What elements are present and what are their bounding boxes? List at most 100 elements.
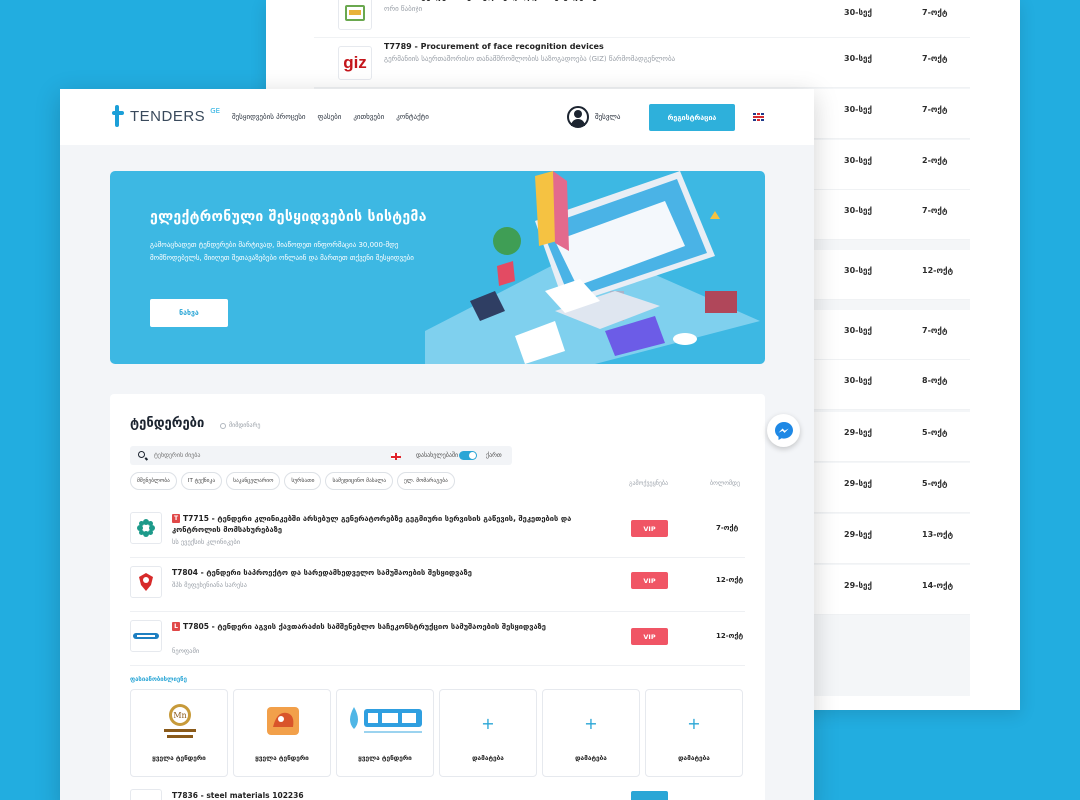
back-tender-deadline: 8-ოქტ [922, 376, 948, 385]
back-tender-date: 29-სექ [844, 428, 872, 437]
green-logo-icon [338, 0, 372, 30]
tender-title: T7836 - steel materials 102236 [172, 791, 304, 800]
hero-title: ელექტრონული შესყიდვების სისტემა [150, 209, 427, 225]
hero-banner: ელექტრონული შესყიდვების სისტემა გამოაცხა… [110, 171, 765, 364]
front-page-window: TENDERS GE შესყიდვების პროცესი ფასები კით… [60, 89, 814, 800]
logo-text: TENDERS [130, 107, 206, 125]
hero-description: გამოაცხადეთ ტენდერები მარტივად, მიაწოდეთ… [150, 241, 414, 262]
tender-row[interactable]: T7804 - ტენდერი საპროექტო და სარედამხედვ… [130, 558, 745, 612]
site-logo[interactable]: TENDERS GE [112, 105, 220, 127]
favorite-company-card[interactable]: ყველა ტენდერი [336, 689, 434, 777]
add-favorite-card[interactable]: + დამატება [645, 689, 743, 777]
plus-icon: + [481, 714, 495, 733]
tender-type-badge: L [172, 622, 180, 631]
login-label: შესვლა [595, 113, 621, 121]
evex-logo [130, 512, 162, 544]
company-logo-red [130, 566, 162, 598]
logo-suffix: GE [210, 107, 221, 115]
plus-icon: + [687, 714, 701, 733]
tender-deadline: 12-ოქტ [716, 576, 744, 584]
giz-logo-text: giz [343, 53, 367, 72]
vip-badge: VIP [631, 572, 668, 589]
uk-flag-icon[interactable] [753, 113, 764, 121]
back-tender-row[interactable]: giz T7789 - Procurement of face recogniti… [314, 38, 970, 88]
favorite-label: ყველა ტენდერი [152, 754, 206, 762]
back-tender-date: 30-სექ [844, 326, 872, 335]
chip-food[interactable]: სურსათი [284, 472, 322, 490]
top-navbar: TENDERS GE შესყიდვების პროცესი ფასები კით… [60, 89, 814, 145]
add-favorite-card[interactable]: + დამატება [542, 689, 640, 777]
gwp-logo [343, 700, 429, 742]
tender-row[interactable]: T7836 - steel materials 102236 [130, 789, 745, 800]
radio-label: მიმდინარე [229, 422, 261, 429]
tender-row[interactable]: T T7715 - ტენდერი კლინიკებში არსებულ გენე… [130, 504, 745, 558]
column-header-published: გამოქვეყნება [629, 480, 669, 487]
register-button[interactable]: რეგისტრაცია [649, 104, 735, 131]
tender-company: სს ევექსის კლინიკები [172, 538, 241, 546]
back-tender-deadline: 7-ოქტ [922, 8, 948, 17]
back-tender-deadline: 7-ოქტ [922, 105, 948, 114]
back-tender-date: 30-სექ [844, 266, 872, 275]
nav-item-contact[interactable]: კონტაქტი [396, 113, 429, 121]
svg-text:Mn: Mn [173, 711, 186, 720]
user-avatar-icon [567, 106, 589, 128]
lion-brand-logo [259, 700, 307, 742]
nav-item-prices[interactable]: ფასები [318, 113, 342, 121]
tender-deadline: 12-ოქტ [716, 632, 744, 640]
main-nav: შესყიდვების პროცესი ფასები კითხვები კონტ… [232, 113, 429, 121]
back-tender-company: ორი წაბიჯი [384, 5, 423, 13]
tender-type-badge: T [172, 514, 180, 523]
back-tender-title: T7790 - ტენდერი თერმული ქაღალდის შესყიდვ… [384, 0, 597, 1]
back-tender-row[interactable]: T7790 - ტენდერი თერმული ქაღალდის შესყიდვ… [314, 0, 970, 38]
chip-it[interactable]: IT ტექნიკა [180, 472, 223, 490]
tender-title: T7804 - ტენდერი საპროექტო და სარედამხედვ… [172, 568, 472, 577]
back-tender-date: 30-სექ [844, 206, 872, 215]
neopharm-logo [130, 620, 162, 652]
favorite-label: ყველა ტენდერი [358, 754, 412, 762]
tender-company: შპს მეფეხენიანა სარესა [172, 581, 247, 589]
tenders-heading: ტენდერები [130, 416, 205, 431]
search-toggle[interactable] [459, 451, 477, 460]
back-tender-deadline: 7-ოქტ [922, 54, 948, 63]
nav-item-process[interactable]: შესყიდვების პროცესი [232, 113, 306, 121]
hero-view-button[interactable]: ნახვა [150, 299, 228, 327]
green-logo-mark [345, 5, 365, 21]
tender-search-bar: დასახელებაში ქართ [130, 446, 512, 465]
back-tender-deadline: 5-ოქტ [922, 428, 948, 437]
favorite-company-card[interactable]: ყველა ტენდერი [233, 689, 331, 777]
back-tender-date: 29-სექ [844, 530, 872, 539]
favorite-label: დამატება [472, 754, 504, 762]
back-tender-date: 30-სექ [844, 8, 872, 17]
favorite-label: ყველა ტენდერი [255, 754, 309, 762]
chip-medical[interactable]: სამედიცინო მასალა [325, 472, 394, 490]
vip-badge: VIP [631, 520, 668, 537]
back-tender-deadline: 14-ოქტ [922, 581, 954, 590]
tender-tag [631, 791, 668, 800]
nav-item-faq[interactable]: კითხვები [353, 113, 384, 121]
favorites-heading: ფასიანობისლიენე [130, 676, 187, 683]
tender-title: T7715 - ტენდერი კლინიკებში არსებულ გენერ… [172, 514, 572, 534]
back-tender-deadline: 5-ოქტ [922, 479, 948, 488]
back-tender-deadline: 7-ოქტ [922, 326, 948, 335]
add-favorite-card[interactable]: + დამატება [439, 689, 537, 777]
vip-badge: VIP [631, 628, 668, 645]
tender-title: T7805 - ტენდერი აგვის ქავთარაძის სამშენე… [183, 622, 546, 631]
chip-construction[interactable]: მშენებლობა [130, 472, 177, 490]
back-tender-deadline: 7-ოქტ [922, 206, 948, 215]
tender-row[interactable]: L T7805 - ტენდერი აგვის ქავთარაძის სამშენ… [130, 612, 745, 666]
back-tender-date: 30-სექ [844, 54, 872, 63]
back-tender-deadline: 13-ოქტ [922, 530, 954, 539]
plus-icon: + [584, 714, 598, 733]
favorite-company-card[interactable]: Mn ყველა ტენდერი [130, 689, 228, 777]
back-tender-date: 30-სექ [844, 376, 872, 385]
current-filter-radio[interactable]: მიმდინარე [220, 422, 260, 429]
messenger-chat-button[interactable] [767, 414, 800, 447]
search-input[interactable] [154, 448, 384, 463]
login-link[interactable]: შესვლა [567, 106, 620, 128]
chip-stationery[interactable]: საკანცელარიო [226, 472, 281, 490]
messenger-icon [774, 421, 793, 440]
georgia-flag-icon[interactable] [390, 452, 401, 460]
back-tender-date: 29-სექ [844, 479, 872, 488]
back-tender-date: 29-სექ [844, 581, 872, 590]
chip-electric[interactable]: ელ. მომარაგება [397, 472, 455, 490]
